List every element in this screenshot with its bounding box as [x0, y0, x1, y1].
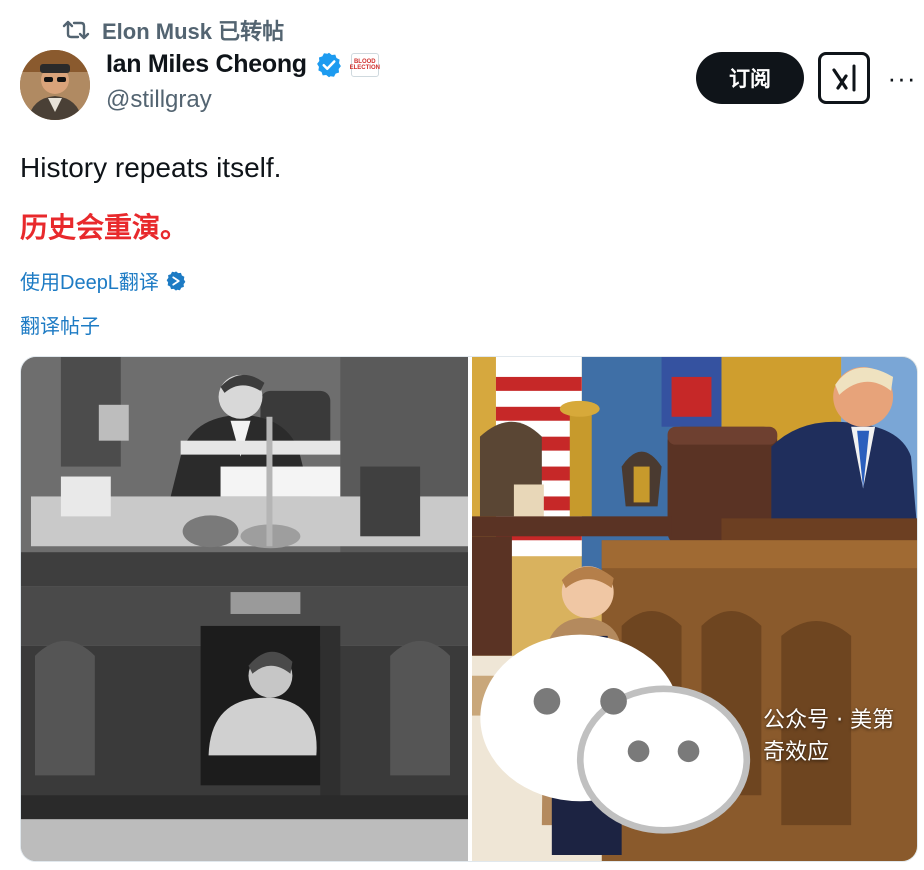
translate-post-link[interactable]: 翻译帖子: [20, 310, 100, 339]
wechat-icon: [480, 634, 751, 834]
repost-header[interactable]: Elon Musk 已转帖: [62, 16, 284, 44]
deepl-translate-label: 使用DeepL翻译: [20, 272, 159, 294]
grok-button[interactable]: [818, 52, 870, 104]
author-name[interactable]: Ian Miles Cheong: [106, 50, 307, 79]
repost-icon: [62, 20, 90, 40]
photo-left-kennedy-desk[interactable]: [21, 357, 468, 861]
affiliation-badge-text: BLOOD ELECTION: [349, 58, 380, 71]
more-options-button[interactable]: ···: [884, 60, 920, 96]
author-handle[interactable]: @stillgray: [106, 86, 212, 114]
repost-label: Elon Musk 已转帖: [102, 19, 285, 44]
post-text-chinese: 历史会重演。: [20, 211, 189, 244]
post-media-grid: 公众号 · 美第奇效应: [20, 356, 918, 862]
deepl-badge-icon: [166, 270, 186, 291]
verified-badge-icon[interactable]: [315, 51, 343, 79]
affiliation-badge[interactable]: BLOOD ELECTION: [349, 52, 380, 77]
avatar[interactable]: [20, 50, 90, 120]
subscribe-button[interactable]: 订阅: [696, 52, 804, 104]
author-name-row: Ian Miles Cheong BLOOD ELECTION: [106, 50, 380, 79]
post-text-english: History repeats itself.: [20, 152, 282, 183]
grok-icon: [832, 64, 856, 92]
deepl-translate-link[interactable]: 使用DeepL翻译: [20, 266, 187, 295]
wechat-watermark: 公众号 · 美第奇效应: [472, 618, 895, 851]
watermark-text: 公众号 · 美第奇效应: [763, 708, 895, 766]
photo-right-trump-desk[interactable]: 公众号 · 美第奇效应: [472, 357, 917, 861]
